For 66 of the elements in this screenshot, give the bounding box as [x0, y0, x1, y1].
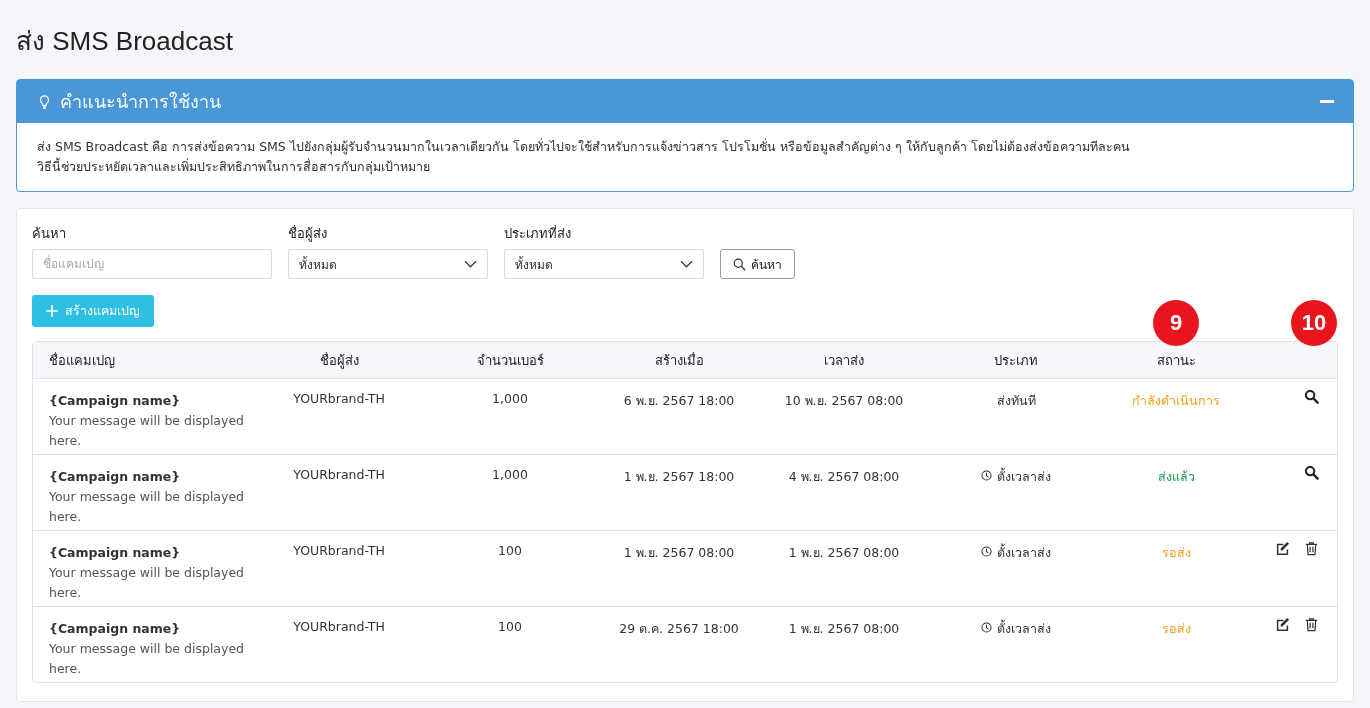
- table-cell: 1,000: [492, 467, 528, 482]
- table-cell: 100: [498, 619, 522, 634]
- chevron-down-icon: [464, 260, 477, 268]
- send-type-text: ตั้งเวลาส่ง: [997, 543, 1051, 562]
- campaign-message: Your message will be displayed here.: [49, 488, 246, 526]
- campaign-message: Your message will be displayed here.: [49, 640, 246, 678]
- status-text: กำลังดำเนินการ: [1132, 393, 1220, 408]
- guide-text: วิธีนี้ช่วยประหยัดเวลาและเพิ่มประสิทธิภาพในการสื่อสารกับกลุ่มเป้าหมาย: [37, 157, 431, 177]
- chevron-down-icon: [680, 260, 693, 268]
- trash-icon[interactable]: [1304, 541, 1319, 556]
- table-cell: 1 พ.ย. 2567 08:00: [788, 621, 900, 636]
- sender-dropdown[interactable]: ทั้งหมด: [288, 249, 488, 279]
- step-number-badge: 9: [1153, 300, 1199, 346]
- table-cell: YOURbrand-TH: [293, 391, 385, 406]
- campaign-message: Your message will be displayed here.: [49, 564, 246, 602]
- table-cell: 10 พ.ย. 2567 08:00: [784, 393, 904, 408]
- campaign-name: {Campaign name}: [49, 392, 182, 410]
- campaign-name: {Campaign name}: [49, 544, 182, 562]
- table-cell: YOURbrand-TH: [293, 619, 385, 634]
- guide-title: คำแนะนำการใช้งาน: [60, 90, 222, 114]
- status-text: รอส่ง: [1161, 545, 1191, 560]
- field-label: ชื่อผู้ส่ง: [288, 224, 328, 244]
- clock-icon: [981, 546, 992, 557]
- column-header: เวลาส่ง: [824, 351, 864, 370]
- search-icon[interactable]: [1304, 465, 1319, 480]
- table-cell: 1 พ.ย. 2567 18:00: [623, 469, 735, 484]
- column-header: สถานะ: [1156, 351, 1196, 370]
- status-text: รอส่ง: [1161, 621, 1191, 636]
- trash-icon[interactable]: [1304, 617, 1319, 632]
- clock-icon: [981, 470, 992, 481]
- table-cell: 1,000: [492, 391, 528, 406]
- status-text: ส่งแล้ว: [1157, 469, 1195, 484]
- column-header: จำนวนเบอร์: [476, 351, 544, 370]
- guide-text: ส่ง SMS Broadcast คือ การส่งข้อความ SMS ไปยังกลุ่มผู้รับจำนวนมากในเวลาเดียวกัน โดยทั่วไปจะใช้สำหรับการแจ้งข่าวสาร โปรโมชั่น หรือข้อมูลสำคัญต่าง ๆ ให้กับลูกค้า โดยไม่ต้องส่งข้อความทีละคน: [37, 137, 1131, 157]
- campaign-name: {Campaign name}: [49, 620, 182, 638]
- edit-icon[interactable]: [1275, 541, 1290, 556]
- column-header: ชื่อแคมเปญ: [49, 351, 115, 370]
- campaign-name: {Campaign name}: [49, 468, 182, 486]
- step-number-badge: 10: [1291, 300, 1337, 346]
- table-cell: 4 พ.ย. 2567 08:00: [788, 469, 900, 484]
- send-type-text: ส่งทันที: [996, 392, 1036, 410]
- field-label: ประเภทที่ส่ง: [504, 224, 572, 243]
- clock-icon: [981, 622, 992, 633]
- table-cell: 1 พ.ย. 2567 08:00: [623, 545, 735, 560]
- field-label: ค้นหา: [32, 225, 67, 243]
- search-field[interactable]: ชื่อแคมเปญ: [32, 249, 272, 279]
- column-header: ชื่อผู้ส่ง: [319, 351, 359, 371]
- table-cell: YOURbrand-TH: [293, 543, 385, 558]
- table-cell: 100: [498, 543, 522, 558]
- edit-icon[interactable]: [1275, 617, 1290, 632]
- table-cell: YOURbrand-TH: [293, 467, 385, 482]
- table-cell: 1 พ.ย. 2567 08:00: [788, 545, 900, 560]
- plus-icon: [46, 305, 58, 317]
- search-icon[interactable]: [1304, 389, 1319, 404]
- table-cell: 6 พ.ย. 2567 18:00: [623, 393, 735, 408]
- column-header: ประเภท: [994, 351, 1038, 370]
- type-dropdown[interactable]: ทั้งหมด: [504, 249, 704, 279]
- campaign-message: Your message will be displayed here.: [49, 412, 246, 450]
- page-title: ส่ง SMS Broadcast: [16, 25, 234, 58]
- column-header: สร้างเมื่อ: [654, 351, 704, 370]
- search-icon: [733, 257, 746, 271]
- send-type-text: ตั้งเวลาส่ง: [997, 467, 1051, 486]
- lightbulb-icon: [37, 93, 52, 110]
- send-type-text: ตั้งเวลาส่ง: [997, 619, 1051, 638]
- table-cell: 29 ต.ค. 2567 18:00: [619, 621, 739, 636]
- search-button[interactable]: ค้นหา: [720, 249, 795, 279]
